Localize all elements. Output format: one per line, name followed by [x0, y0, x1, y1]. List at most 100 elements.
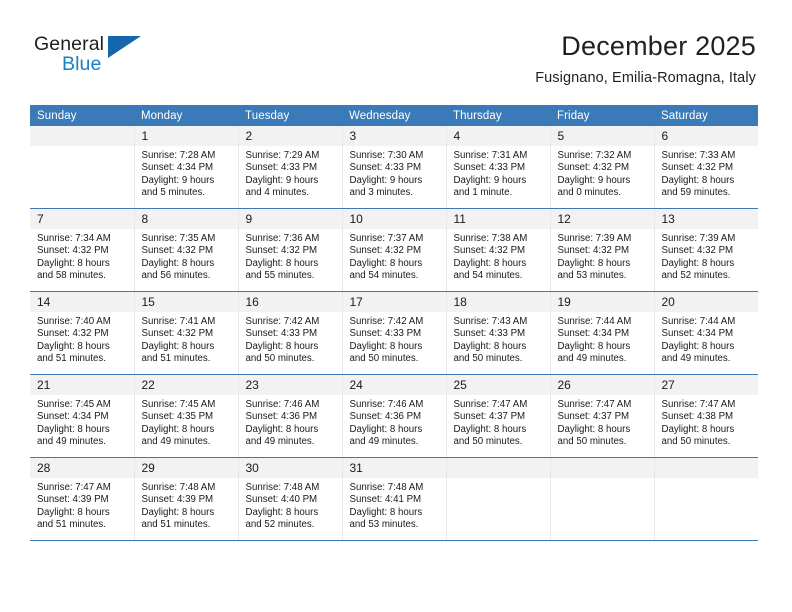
day-detail-line: Sunrise: 7:33 AM: [661, 150, 736, 161]
calendar-day-cell[interactable]: 18 Sunrise: 7:43 AM Sunset: 4:33 PM Dayligh…: [446, 291, 551, 375]
day-details: Sunrise: 7:38 AM Sunset: 4:32 PM Daylight:…: [447, 229, 550, 283]
day-detail-line: Sunset: 4:37 PM: [557, 411, 630, 423]
calendar-day-cell[interactable]: 21 Sunrise: 7:45 AM Sunset: 4:34 PM Dayligh…: [30, 374, 135, 458]
day-detail-line: Sunset: 4:32 PM: [37, 245, 109, 257]
day-detail-line: Sunset: 4:39 PM: [141, 494, 214, 506]
day-details: Sunrise: 7:48 AM Sunset: 4:41 PM Daylight:…: [343, 478, 446, 532]
day-details: Sunrise: 7:45 AM Sunset: 4:35 PM Daylight:…: [135, 395, 238, 449]
day-details: Sunrise: 7:44 AM Sunset: 4:34 PM Daylight:…: [655, 312, 759, 366]
day-detail-line: Sunset: 4:36 PM: [245, 411, 318, 423]
calendar-day-cell[interactable]: 25 Sunrise: 7:47 AM Sunset: 4:37 PM Dayligh…: [446, 374, 551, 458]
day-number: 19: [550, 292, 654, 312]
day-detail-line: Sunset: 4:32 PM: [37, 328, 109, 340]
calendar-day-cell[interactable]: 12 Sunrise: 7:39 AM Sunset: 4:32 PM Dayligh…: [550, 208, 655, 292]
calendar-day-cell[interactable]: 17 Sunrise: 7:42 AM Sunset: 4:33 PM Dayligh…: [342, 291, 447, 375]
day-detail-line: and 58 minutes.: [37, 270, 106, 282]
calendar-day-cell[interactable]: 9 Sunrise: 7:36 AM Sunset: 4:32 PM Daylight…: [238, 208, 343, 292]
calendar-day-cell[interactable]: 29 Sunrise: 7:48 AM Sunset: 4:39 PM Dayligh…: [134, 457, 239, 541]
day-number: [30, 126, 134, 146]
day-details: Sunrise: 7:48 AM Sunset: 4:39 PM Daylight:…: [135, 478, 238, 532]
day-detail-line: Daylight: 8 hours: [141, 257, 215, 269]
title-block: December 2025 Fusignano, Emilia-Romagna,…: [535, 29, 756, 88]
day-number: [446, 458, 550, 478]
day-detail-line: Daylight: 8 hours: [453, 257, 527, 269]
day-detail-line: Sunset: 4:32 PM: [557, 245, 630, 257]
calendar-week-row: 28 Sunrise: 7:47 AM Sunset: 4:39 PM Dayligh…: [30, 457, 758, 541]
day-number: 2: [238, 126, 342, 146]
day-detail-line: and 50 minutes.: [245, 353, 315, 365]
day-number: 30: [238, 458, 342, 478]
calendar-day-cell[interactable]: 19 Sunrise: 7:44 AM Sunset: 4:34 PM Dayligh…: [550, 291, 655, 375]
calendar-day-cell[interactable]: 13 Sunrise: 7:39 AM Sunset: 4:32 PM Dayligh…: [654, 208, 758, 292]
day-details: Sunrise: 7:41 AM Sunset: 4:32 PM Daylight:…: [135, 312, 238, 366]
calendar-day-cell[interactable]: 30 Sunrise: 7:48 AM Sunset: 4:40 PM Dayligh…: [238, 457, 343, 541]
day-number: 31: [342, 458, 446, 478]
day-detail-line: Daylight: 8 hours: [245, 423, 319, 435]
day-detail-line: Daylight: 8 hours: [557, 340, 631, 352]
day-details: Sunrise: 7:34 AM Sunset: 4:32 PM Daylight:…: [30, 229, 134, 283]
day-number: 1: [134, 126, 238, 146]
day-detail-line: Sunrise: 7:32 AM: [557, 150, 632, 161]
calendar-week-row: 7 Sunrise: 7:34 AM Sunset: 4:32 PM Daylight…: [30, 208, 758, 292]
calendar-day-cell[interactable]: 24 Sunrise: 7:46 AM Sunset: 4:36 PM Dayligh…: [342, 374, 447, 458]
logo-text-blue: Blue: [62, 53, 102, 75]
calendar-day-cell[interactable]: 3 Sunrise: 7:30 AM Sunset: 4:33 PM Daylight…: [342, 126, 447, 209]
calendar-day-cell[interactable]: 27 Sunrise: 7:47 AM Sunset: 4:38 PM Dayligh…: [654, 374, 758, 458]
day-detail-line: Sunrise: 7:41 AM: [141, 316, 216, 327]
day-number: 25: [446, 375, 550, 395]
day-number: 18: [446, 292, 550, 312]
day-detail-line: and 53 minutes.: [349, 519, 419, 531]
calendar-day-cell[interactable]: 28 Sunrise: 7:47 AM Sunset: 4:39 PM Dayligh…: [30, 457, 135, 541]
day-detail-line: Sunset: 4:33 PM: [349, 162, 422, 174]
day-detail-line: Sunset: 4:32 PM: [245, 245, 318, 257]
calendar-day-cell[interactable]: 1 Sunrise: 7:28 AM Sunset: 4:34 PM Daylight…: [134, 126, 239, 209]
calendar-day-cell[interactable]: 6 Sunrise: 7:33 AM Sunset: 4:32 PM Daylight…: [654, 126, 758, 209]
calendar-week-row: 21 Sunrise: 7:45 AM Sunset: 4:34 PM Dayligh…: [30, 374, 758, 458]
day-details: Sunrise: 7:35 AM Sunset: 4:32 PM Daylight:…: [135, 229, 238, 283]
day-detail-line: Daylight: 8 hours: [245, 506, 319, 518]
day-detail-line: Daylight: 8 hours: [661, 257, 735, 269]
day-details: Sunrise: 7:47 AM Sunset: 4:37 PM Daylight:…: [447, 395, 550, 449]
calendar-body: 1 Sunrise: 7:28 AM Sunset: 4:34 PM Daylight…: [30, 126, 758, 541]
day-detail-line: Daylight: 8 hours: [661, 423, 735, 435]
day-detail-line: Sunset: 4:34 PM: [37, 411, 109, 423]
day-detail-line: and 52 minutes.: [245, 519, 315, 531]
day-detail-line: Daylight: 8 hours: [245, 340, 319, 352]
calendar-day-cell[interactable]: 20 Sunrise: 7:44 AM Sunset: 4:34 PM Dayligh…: [654, 291, 759, 375]
day-number: 6: [654, 126, 758, 146]
day-detail-line: Sunset: 4:33 PM: [453, 162, 526, 174]
calendar-day-cell[interactable]: 2 Sunrise: 7:29 AM Sunset: 4:33 PM Daylight…: [238, 126, 343, 209]
day-detail-line: Sunset: 4:32 PM: [349, 245, 422, 257]
calendar-day-cell[interactable]: 14 Sunrise: 7:40 AM Sunset: 4:32 PM Dayligh…: [30, 291, 135, 375]
day-number: 16: [238, 292, 342, 312]
calendar-day-cell[interactable]: 22 Sunrise: 7:45 AM Sunset: 4:35 PM Dayligh…: [134, 374, 239, 458]
page-subtitle: Fusignano, Emilia-Romagna, Italy: [535, 70, 756, 86]
calendar-day-cell[interactable]: 23 Sunrise: 7:46 AM Sunset: 4:36 PM Dayligh…: [238, 374, 343, 458]
page-header: General Blue December 2025 Fusignano, Em…: [0, 0, 792, 104]
day-details: Sunrise: 7:46 AM Sunset: 4:36 PM Daylight:…: [343, 395, 446, 449]
day-detail-line: Daylight: 9 hours: [349, 174, 423, 186]
day-detail-line: and 55 minutes.: [245, 270, 315, 282]
calendar-day-cell[interactable]: 4 Sunrise: 7:31 AM Sunset: 4:33 PM Daylight…: [446, 126, 551, 209]
day-number: 12: [550, 209, 654, 229]
calendar-day-cell[interactable]: 15 Sunrise: 7:41 AM Sunset: 4:32 PM Dayligh…: [134, 291, 239, 375]
day-number: [654, 458, 758, 478]
calendar-day-cell[interactable]: 16 Sunrise: 7:42 AM Sunset: 4:33 PM Dayligh…: [238, 291, 343, 375]
calendar-day-cell[interactable]: 8 Sunrise: 7:35 AM Sunset: 4:32 PM Daylight…: [134, 208, 239, 292]
day-detail-line: Sunset: 4:35 PM: [141, 411, 214, 423]
day-number: 28: [30, 458, 134, 478]
calendar-day-cell[interactable]: 11 Sunrise: 7:38 AM Sunset: 4:32 PM Dayligh…: [446, 208, 551, 292]
calendar-day-cell[interactable]: 31 Sunrise: 7:48 AM Sunset: 4:41 PM Dayligh…: [342, 457, 447, 541]
day-detail-line: Sunset: 4:33 PM: [349, 328, 422, 340]
calendar-day-cell[interactable]: 5 Sunrise: 7:32 AM Sunset: 4:32 PM Daylight…: [550, 126, 655, 209]
day-detail-line: and 50 minutes.: [453, 353, 523, 365]
calendar-day-cell[interactable]: 7 Sunrise: 7:34 AM Sunset: 4:32 PM Daylight…: [30, 208, 135, 292]
day-details: Sunrise: 7:42 AM Sunset: 4:33 PM Daylight:…: [239, 312, 342, 366]
day-detail-line: Sunrise: 7:48 AM: [141, 482, 216, 493]
day-detail-line: and 50 minutes.: [349, 353, 419, 365]
day-detail-line: Sunset: 4:40 PM: [245, 494, 318, 506]
calendar-day-cell[interactable]: 26 Sunrise: 7:47 AM Sunset: 4:37 PM Dayligh…: [550, 374, 655, 458]
calendar-day-cell[interactable]: 10 Sunrise: 7:37 AM Sunset: 4:32 PM Dayligh…: [342, 208, 447, 292]
day-detail-line: Sunset: 4:41 PM: [349, 494, 422, 506]
day-detail-line: and 50 minutes.: [661, 436, 731, 448]
